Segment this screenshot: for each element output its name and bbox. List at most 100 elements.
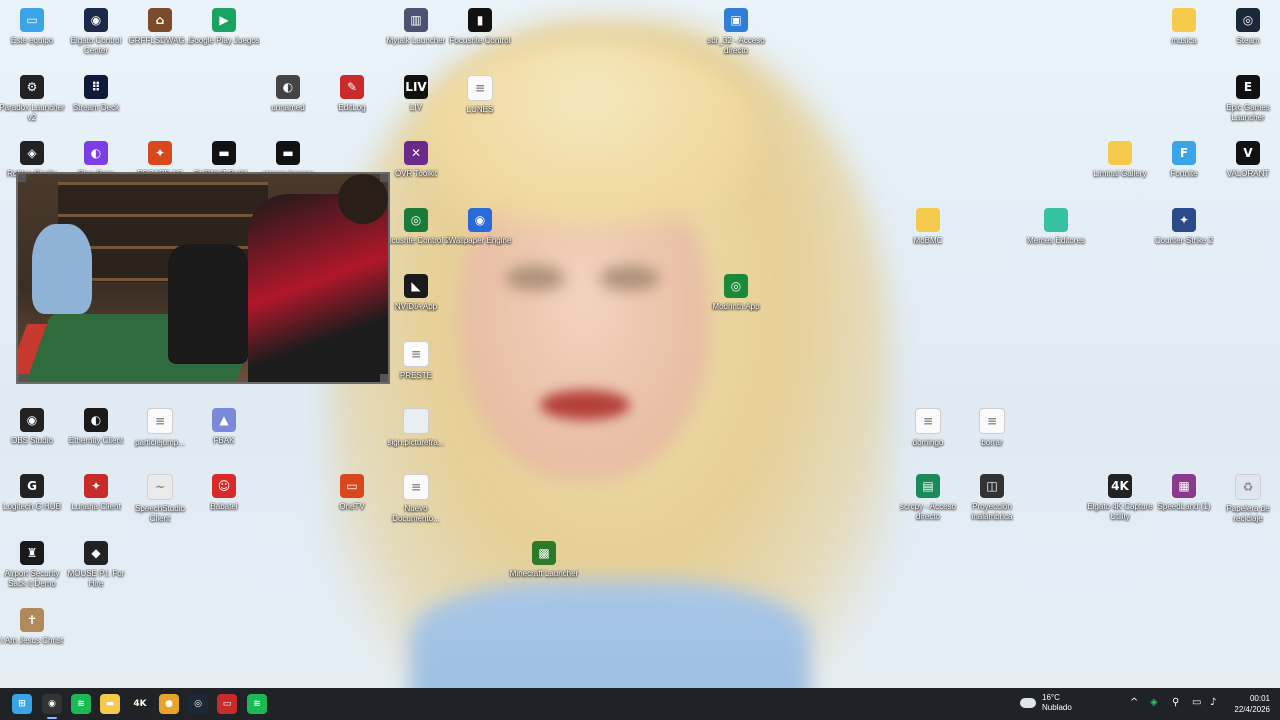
desktop-icon-unnamed[interactable]: ◐ unnamed — [252, 71, 324, 113]
system-clock[interactable]: 00:01 22/4/2026 — [1226, 693, 1270, 715]
desktop-icon-label: I Am Jesus Christ — [0, 636, 64, 645]
desktop-icon-label: LUNES — [466, 105, 494, 114]
desktop-icon-scrcpy-acceso-directo[interactable]: ▤ scrcpy - Acceso directo — [892, 470, 964, 522]
desktop-icon-label: Elgato Control Center — [70, 36, 122, 55]
desktop-icon-lunaria-client[interactable]: ✦ Lunaria Client — [60, 470, 132, 512]
desktop-icon-mytalk-launcher[interactable]: ▥ Mytalk Launcher — [380, 4, 452, 46]
desktop-icon-speechstudio-client[interactable]: ~ SpeechStudio Client — [124, 470, 196, 524]
desktop-icon-epic-games-launcher[interactable]: E Epic Games Launcher — [1212, 71, 1280, 123]
desktop-icon-ovr-toolkit[interactable]: ✕ OVR Toolkit — [380, 137, 452, 179]
desktop-icon-elgato-4k-capture-utility[interactable]: 4K Elgato 4K Capture Utility — [1084, 470, 1156, 522]
desktop-icon-domingo[interactable]: ≡ domingo — [892, 404, 964, 448]
desktop-icon-sign-picturefra[interactable]: sign.picturefra... — [380, 404, 452, 448]
desktop-icon-modrinth-app[interactable]: ◎ Modrinth App — [700, 270, 772, 312]
explorer-taskbar[interactable]: ▬ — [100, 694, 120, 714]
clock-time: 00:01 — [1249, 694, 1270, 703]
desktop-icon-focusrite-control-2[interactable]: ◎ Focusrite Control 2 — [380, 204, 452, 246]
desktop-icon-particlejump[interactable]: ≡ particlejump... — [124, 404, 196, 448]
desktop-icon-wallpaper-engine[interactable]: ◉ Wallpaper Engine — [444, 204, 516, 246]
obs-taskbar[interactable]: ◉ — [42, 694, 62, 714]
webcam-overlay[interactable] — [16, 172, 390, 384]
desktop-icon-i-am-jesus-christ[interactable]: ✝ I Am Jesus Christ — [0, 604, 68, 646]
desktop-icon-ethernity-client[interactable]: ◐ Ethernity Client — [60, 404, 132, 446]
desktop-icon-editlog[interactable]: ✎ EditLog — [316, 71, 388, 113]
security-icon[interactable]: ◈ — [1150, 697, 1158, 708]
desktop-icon-label: SpeedLand (1) — [1157, 502, 1211, 511]
counter-strike-2-icon: ✦ — [1172, 208, 1196, 232]
desktop-icon-borrar[interactable]: ≡ borrar — [956, 404, 1028, 448]
desktop-icon-focusrite-control[interactable]: ▮ Focusrite Control — [444, 4, 516, 46]
desktop-icon-label: VALORANT — [1226, 169, 1270, 178]
valorant-icon: V — [1236, 141, 1260, 165]
desktop-icon-onetv[interactable]: ▭ OneTV — [316, 470, 388, 512]
desktop-icon-label: Fortnite — [1170, 169, 1198, 178]
desktop-icon-lunes[interactable]: ≡ LUNES — [444, 71, 516, 115]
desktop-icon-memes-editores[interactable]: Memes Editores — [1020, 204, 1092, 246]
desktop-icon-label: Modrinth App — [712, 302, 760, 311]
desktop-icon-liv[interactable]: LIV LIV — [380, 71, 452, 113]
subnut-bn24-icon: ▬ — [212, 141, 236, 165]
desktop-icon-label: Ethernity Client — [68, 436, 124, 445]
desktop-icon-musica[interactable]: musica — [1148, 4, 1220, 46]
desktop-icon-speedland-1[interactable]: ▦ SpeedLand (1) — [1148, 470, 1220, 512]
i-am-jesus-christ-icon: ✝ — [20, 608, 44, 632]
desktop-icon-fbak[interactable]: ▲ FBAK — [188, 404, 260, 446]
desktop-icon-paradox-launcher-v2[interactable]: ⚙ Paradox Launcher v2 — [0, 71, 68, 123]
network-icon[interactable]: ▭ — [1192, 697, 1201, 708]
liminal-gallery-icon — [1108, 141, 1132, 165]
desktop-icon-logitech-g-hub[interactable]: G Logitech G HUB — [0, 470, 68, 512]
desktop-icon-nuevo-documento[interactable]: ≡ Nuevo Documento... — [380, 470, 452, 524]
desktop-icon-obs-studio[interactable]: ◉ OBS Studio — [0, 404, 68, 446]
steam-taskbar[interactable]: ◎ — [188, 694, 208, 714]
microphone-icon[interactable]: ⚲ — [1172, 697, 1179, 708]
desktop-icon-proyecci-n-inal-mbrica[interactable]: ◫ Proyección inalámbrica — [956, 470, 1028, 522]
desktop-icon-airport-security-sack-it-demo[interactable]: ♜ Airport Security Sack it Demo — [0, 537, 68, 589]
epic-games-launcher-icon: E — [1236, 75, 1260, 99]
desktop-icon-nvidia-app[interactable]: ◣ NVIDIA App — [380, 270, 452, 312]
desktop-icon-label: Paradox Launcher v2 — [0, 103, 65, 122]
desktop-icon-este-equipo[interactable]: ▭ Este equipo — [0, 4, 68, 46]
focusrite-control-icon: ▮ — [468, 8, 492, 32]
mobmc-icon — [916, 208, 940, 232]
desktop-icon-sdr-32-acceso-directo[interactable]: ▣ sdr_32 - Acceso directo — [700, 4, 772, 56]
desktop-icon-label: FBAK — [213, 436, 235, 445]
desktop-icon-babatel[interactable]: ☺ Babatel — [188, 470, 260, 512]
spotify-taskbar[interactable]: ≋ — [71, 694, 91, 714]
desktop-icon-counter-strike-2[interactable]: ✦ Counter-Strike 2 — [1148, 204, 1220, 246]
desktop-icon-label: Logitech G HUB — [3, 502, 61, 511]
desktop-icon-minecraft-launcher[interactable]: ▩ Minecraft Launcher — [508, 537, 580, 579]
desktop-icon-mobmc[interactable]: MoBMC — [892, 204, 964, 246]
desktop-icon-valorant[interactable]: V VALORANT — [1212, 137, 1280, 179]
weather-widget[interactable]: 16°C Nublado — [1020, 693, 1072, 713]
spotify2-taskbar[interactable]: ≋ — [247, 694, 267, 714]
desktop-icon-steam[interactable]: ◎ Steam — [1212, 4, 1280, 46]
taskbar: ⊞ ◉ ≋ ▬ 4K ● ◎ ▭ ≋ 16°C Nublado ^ ◈ ⚲ ▭ ♪ 00:01 … — [0, 688, 1280, 720]
desktop-icon-label: Stream Deck — [72, 103, 120, 112]
ovr-toolkit-icon: ✕ — [404, 141, 428, 165]
speechstudio-client-icon: ~ — [147, 474, 173, 500]
desktop-icon-mouse-p-i-for-hire[interactable]: ◆ MOUSE P.I. For Hire — [60, 537, 132, 589]
este-equipo-icon: ▭ — [20, 8, 44, 32]
desktop-icon-grfflsdwag[interactable]: ⌂ GRFFLSDWAG... — [124, 4, 196, 46]
desktop-icon-papelera-de-reciclaje[interactable]: ♻ Papelera de reciclaje — [1212, 470, 1280, 524]
preste-icon: ≡ — [403, 341, 429, 367]
desktop-icon-elgato-control-center[interactable]: ◉ Elgato Control Center — [60, 4, 132, 56]
desktop-icon-preste[interactable]: ≡ PRESTE — [380, 337, 452, 381]
desktop-icon-google-play-juegos[interactable]: ▶ Google Play Juegos — [188, 4, 260, 46]
chrome-taskbar[interactable]: ● — [159, 694, 179, 714]
desktop-icon-liminal-gallery[interactable]: Liminal Gallery — [1084, 137, 1156, 179]
dslr-taskbar[interactable]: ▭ — [217, 694, 237, 714]
ethernity-client-icon: ◐ — [84, 408, 108, 432]
nuevo-documento-icon: ≡ — [403, 474, 429, 500]
desktop-icon-label: Focusrite Control 2 — [382, 236, 450, 245]
tray-overflow-icon[interactable]: ^ — [1130, 697, 1138, 708]
volume-icon[interactable]: ♪ — [1210, 697, 1216, 708]
desktop-icon-stream-deck[interactable]: ⠿ Stream Deck — [60, 71, 132, 113]
start-button[interactable]: ⊞ — [12, 694, 32, 714]
steam-icon: ◎ — [1236, 8, 1260, 32]
desktop-icon-label: MOUSE P.I. For Hire — [67, 569, 125, 588]
desktop-icon-label: Mytalk Launcher — [386, 36, 446, 45]
elgato-4k-taskbar[interactable]: 4K — [130, 694, 150, 714]
desktop-icon-label: GRFFLSDWAG... — [128, 36, 192, 45]
desktop-icon-fortnite[interactable]: F Fortnite — [1148, 137, 1220, 179]
